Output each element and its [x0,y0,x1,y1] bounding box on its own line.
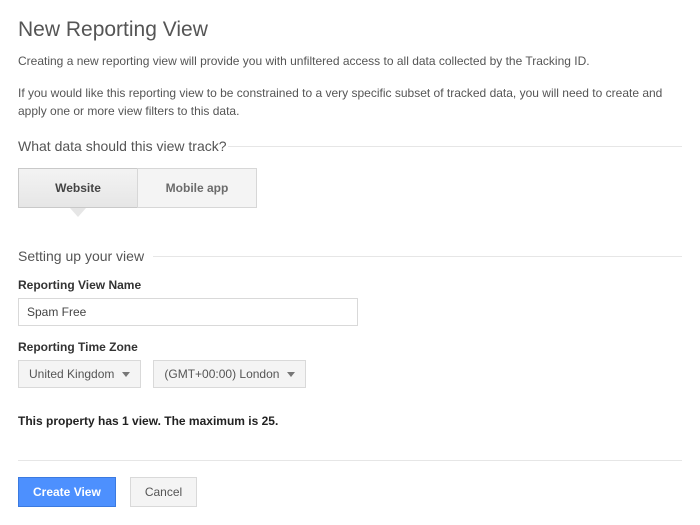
timezone-country-value: United Kingdom [29,367,114,381]
divider [228,146,682,147]
view-count-note: This property has 1 view. The maximum is… [18,414,682,428]
section-heading-setup: Setting up your view [18,248,682,264]
timezone-zone-dropdown[interactable]: (GMT+00:00) London [153,360,306,388]
view-name-input[interactable] [18,298,358,326]
action-buttons: Create View Cancel [18,477,682,507]
divider [18,460,682,461]
intro-text-2: If you would like this reporting view to… [18,84,682,120]
selected-tab-pointer-icon [70,208,86,217]
section-heading-setup-label: Setting up your view [18,248,144,264]
timezone-zone-value: (GMT+00:00) London [164,367,279,381]
section-heading-track-label: What data should this view track? [18,138,227,154]
chevron-down-icon [122,372,130,377]
tab-website[interactable]: Website [18,168,138,208]
cancel-button[interactable]: Cancel [130,477,197,507]
intro-text-1: Creating a new reporting view will provi… [18,52,682,70]
view-name-label: Reporting View Name [18,278,682,292]
track-type-segmented: Website Mobile app [18,168,682,208]
page-title: New Reporting View [18,18,682,42]
timezone-country-dropdown[interactable]: United Kingdom [18,360,141,388]
divider [153,256,682,257]
create-view-button[interactable]: Create View [18,477,116,507]
section-heading-track: What data should this view track? [18,138,682,154]
tab-mobile-app[interactable]: Mobile app [137,168,257,208]
chevron-down-icon [287,372,295,377]
timezone-label: Reporting Time Zone [18,340,682,354]
